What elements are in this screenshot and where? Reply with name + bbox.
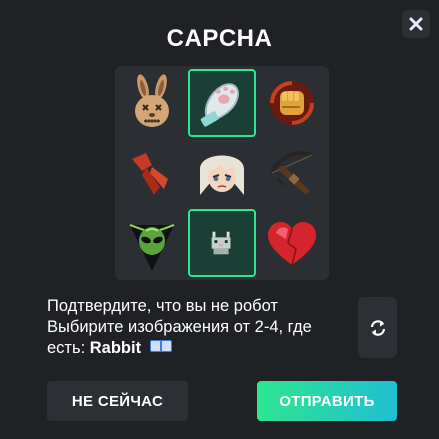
pixel-rabbit-icon — [211, 231, 231, 255]
red-heart-icon — [268, 222, 316, 266]
stitched-rabbit-doll-icon — [135, 74, 169, 127]
captcha-tile-9[interactable] — [258, 209, 326, 277]
refresh-button[interactable] — [358, 297, 397, 358]
crossbow-icon — [270, 151, 313, 194]
red-scarf-icon — [132, 153, 168, 195]
alien-head-icon — [129, 224, 175, 271]
captcha-tile-8[interactable] — [188, 209, 256, 277]
dialog-title: CAPCHA — [166, 25, 273, 52]
target-word: Rabbit — [89, 339, 142, 357]
captcha-image-grid — [115, 66, 329, 280]
captcha-tile-1[interactable] — [118, 69, 186, 137]
captcha-tile-4[interactable] — [118, 139, 186, 207]
instruction-line-2: Выбирите изображения от 2-4, где — [47, 318, 312, 336]
instruction-prefix: есть: — [47, 339, 86, 357]
captcha-tile-7[interactable] — [118, 209, 186, 277]
translate-icon[interactable] — [149, 340, 172, 352]
captcha-dialog: CAPCHA Подтвердите, что вы не робот Выби… — [0, 0, 439, 439]
instruction-line-3: есть: Rabbit — [47, 338, 347, 359]
not-now-button[interactable]: НЕ СЕЙЧАС — [47, 381, 188, 421]
captcha-tile-3[interactable] — [258, 69, 326, 137]
instruction-line-1: Подтвердите, что вы не робот — [47, 297, 278, 315]
captcha-tile-6[interactable] — [258, 139, 326, 207]
captcha-tile-2[interactable] — [188, 69, 256, 137]
refresh-icon — [370, 319, 385, 336]
captcha-instructions: Подтвердите, что вы не робот Выбирите из… — [47, 296, 347, 359]
captcha-tile-5[interactable] — [188, 139, 256, 207]
submit-button[interactable]: ОТПРАВИТЬ — [257, 381, 397, 421]
fist-icon — [270, 81, 314, 125]
anime-character-face-icon — [200, 155, 244, 195]
rabbit-paw-icon — [200, 83, 239, 127]
